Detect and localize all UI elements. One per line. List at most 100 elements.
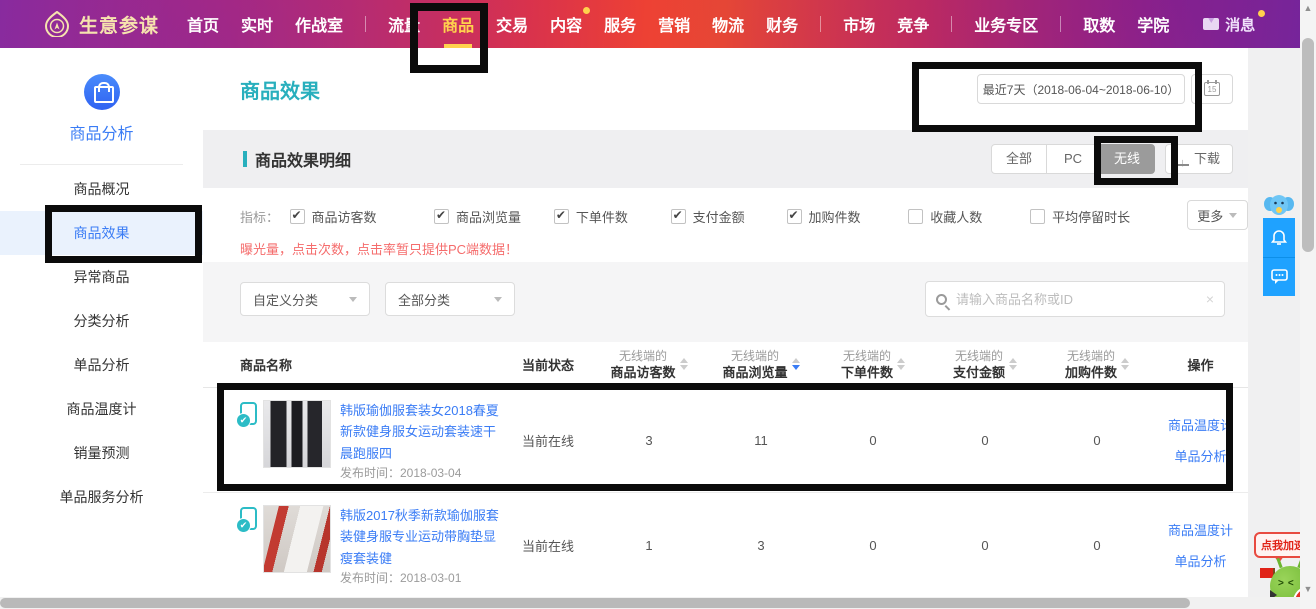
col-cart: 无线端的加购件数 bbox=[1041, 348, 1153, 382]
sidebar-header: 商品分析 bbox=[0, 48, 203, 165]
nav-item-marketing[interactable]: 营销 bbox=[658, 12, 690, 36]
date-range-field[interactable]: 最近7天（2018-06-04~2018-06-10） bbox=[977, 74, 1185, 104]
sort-visitors[interactable] bbox=[680, 358, 688, 370]
scroll-down-arrow[interactable]: ▼ bbox=[1300, 581, 1316, 597]
nav-item-service[interactable]: 服务 bbox=[604, 12, 636, 36]
col-status: 当前状态 bbox=[503, 355, 593, 374]
nav-item-data-fetch[interactable]: 取数 bbox=[1083, 12, 1115, 36]
product-thumbnail[interactable] bbox=[263, 400, 331, 468]
section-header: 商品效果明细 全部 PC 无线 下载 bbox=[203, 130, 1248, 188]
thermometer-link[interactable]: 商品温度计 bbox=[1168, 520, 1233, 539]
nav-item-warroom[interactable]: 作战室 bbox=[295, 12, 343, 36]
vertical-scrollbar[interactable]: ▲ ▼ bbox=[1300, 0, 1316, 609]
nav-item-market[interactable]: 市场 bbox=[843, 12, 875, 36]
section-accent-bar bbox=[243, 151, 247, 167]
sidebar-item-category-analysis[interactable]: 分类分析 bbox=[0, 299, 203, 343]
checkbox-icon[interactable] bbox=[671, 209, 686, 224]
search-input[interactable] bbox=[956, 292, 1206, 307]
payment-cell: 0 bbox=[929, 538, 1041, 553]
product-thumbnail[interactable] bbox=[263, 505, 331, 573]
nav-message[interactable]: 消息 bbox=[1203, 14, 1255, 35]
metric-checkbox-visitors[interactable]: 商品访客数 bbox=[290, 207, 435, 226]
search-icon bbox=[936, 294, 947, 305]
horizontal-scrollbar-thumb[interactable] bbox=[0, 598, 1190, 608]
app-logo[interactable]: 生意参谋 bbox=[44, 11, 159, 38]
nav-item-academy[interactable]: 学院 bbox=[1137, 12, 1169, 36]
metric-checkbox-payment[interactable]: 支付金额 bbox=[671, 207, 787, 226]
checkbox-icon[interactable] bbox=[908, 209, 923, 224]
sort-views[interactable] bbox=[792, 358, 800, 370]
clear-search-icon[interactable]: × bbox=[1206, 291, 1214, 307]
nav-item-business-zone[interactable]: 业务专区 bbox=[974, 12, 1038, 36]
more-metrics-button[interactable]: 更多 bbox=[1187, 200, 1248, 230]
nav-item-logistics[interactable]: 物流 bbox=[712, 12, 744, 36]
metrics-panel: 指标： 商品访客数 商品浏览量 下单件数 支付金额 加购件数 bbox=[203, 188, 1248, 262]
metrics-row: 指标： 商品访客数 商品浏览量 下单件数 支付金额 加购件数 bbox=[240, 202, 1248, 230]
vertical-scrollbar-thumb[interactable] bbox=[1302, 38, 1314, 252]
sort-payment[interactable] bbox=[1009, 358, 1017, 370]
product-analysis-icon bbox=[84, 74, 120, 110]
mobile-verified-icon bbox=[240, 402, 257, 425]
all-category-select[interactable]: 全部分类 bbox=[385, 282, 515, 316]
sidebar-item-single-product-service[interactable]: 单品服务分析 bbox=[0, 475, 203, 519]
custom-category-select[interactable]: 自定义分类 bbox=[240, 282, 370, 316]
horizontal-scrollbar[interactable] bbox=[0, 597, 1300, 609]
checkbox-icon[interactable] bbox=[787, 209, 802, 224]
sidebar: 商品分析 商品概况 商品效果 异常商品 分类分析 单品分析 商品温度计 销量预测… bbox=[0, 48, 203, 597]
tab-all[interactable]: 全部 bbox=[991, 144, 1047, 174]
col-product-name: 商品名称 bbox=[203, 355, 503, 374]
nav-item-competition[interactable]: 竞争 bbox=[897, 12, 929, 36]
orders-cell: 0 bbox=[817, 433, 929, 448]
metric-checkbox-orders[interactable]: 下单件数 bbox=[554, 207, 671, 226]
sidebar-item-single-product-analysis[interactable]: 单品分析 bbox=[0, 343, 203, 387]
sort-orders[interactable] bbox=[897, 358, 905, 370]
tab-pc[interactable]: PC bbox=[1046, 144, 1100, 174]
mascot-eyes: >< bbox=[1278, 578, 1298, 589]
cart-cell: 0 bbox=[1041, 433, 1153, 448]
chevron-down-icon bbox=[1229, 213, 1237, 218]
main-content: 商品效果 最近7天（2018-06-04~2018-06-10） 15 商品效果… bbox=[203, 48, 1248, 597]
sidebar-group-title: 商品分析 bbox=[20, 120, 183, 165]
nav-item-content[interactable]: 内容 bbox=[550, 12, 582, 36]
checkbox-icon[interactable] bbox=[1030, 209, 1045, 224]
metric-checkbox-stay-time[interactable]: 平均停留时长 bbox=[1030, 207, 1179, 226]
checkbox-icon[interactable] bbox=[434, 209, 449, 224]
scroll-up-arrow[interactable]: ▲ bbox=[1300, 0, 1316, 16]
metric-checkbox-cart[interactable]: 加购件数 bbox=[787, 207, 909, 226]
nav-item-traffic[interactable]: 流量 bbox=[388, 12, 420, 36]
sort-cart[interactable] bbox=[1121, 358, 1129, 370]
nav-item-product[interactable]: 商品 bbox=[442, 12, 474, 36]
nav-item-finance[interactable]: 财务 bbox=[766, 12, 798, 36]
product-title-link[interactable]: 韩版瑜伽服套装女2018春夏新款健身服女运动套装速干晨跑服四 bbox=[340, 400, 503, 464]
sidebar-item-sales-forecast[interactable]: 销量预测 bbox=[0, 431, 203, 475]
thermometer-link[interactable]: 商品温度计 bbox=[1168, 415, 1233, 434]
product-title-link[interactable]: 韩版2017秋季新款瑜伽服套装健身服专业运动带胸垫显瘦套装健 bbox=[340, 505, 503, 569]
date-picker: 最近7天（2018-06-04~2018-06-10） 15 bbox=[977, 74, 1233, 104]
sidebar-item-product-effect[interactable]: 商品效果 bbox=[0, 211, 203, 255]
tab-wireless[interactable]: 无线 bbox=[1099, 144, 1155, 174]
metric-checkbox-favorites[interactable]: 收藏人数 bbox=[908, 207, 1030, 226]
download-button[interactable]: 下载 bbox=[1165, 144, 1233, 174]
nav-item-trade[interactable]: 交易 bbox=[496, 12, 528, 36]
notification-dot bbox=[1258, 10, 1265, 17]
calendar-button[interactable]: 15 bbox=[1191, 74, 1233, 104]
nav-item-home[interactable]: 首页 bbox=[187, 12, 219, 36]
checkbox-icon[interactable] bbox=[554, 209, 569, 224]
sidebar-item-product-thermometer[interactable]: 商品温度计 bbox=[0, 387, 203, 431]
top-nav: 生意参谋 首页 实时 作战室 流量 商品 交易 内容 服务 营销 物流 财务 市… bbox=[0, 0, 1316, 48]
views-cell: 3 bbox=[705, 538, 817, 553]
feedback-chat-button[interactable] bbox=[1263, 257, 1295, 296]
analysis-link[interactable]: 单品分析 bbox=[1174, 551, 1226, 570]
sidebar-item-product-overview[interactable]: 商品概况 bbox=[0, 167, 203, 211]
cart-cell: 0 bbox=[1041, 538, 1153, 553]
sidebar-item-abnormal-products[interactable]: 异常商品 bbox=[0, 255, 203, 299]
section-controls: 全部 PC 无线 下载 bbox=[991, 144, 1233, 174]
nav-item-realtime[interactable]: 实时 bbox=[241, 12, 273, 36]
checkbox-icon[interactable] bbox=[290, 209, 305, 224]
analysis-link[interactable]: 单品分析 bbox=[1174, 446, 1226, 465]
visitors-cell: 1 bbox=[593, 538, 705, 553]
col-operations: 操作 bbox=[1153, 355, 1248, 374]
metric-checkbox-views[interactable]: 商品浏览量 bbox=[434, 207, 554, 226]
notification-bell-button[interactable] bbox=[1263, 218, 1295, 257]
message-label: 消息 bbox=[1225, 14, 1255, 35]
